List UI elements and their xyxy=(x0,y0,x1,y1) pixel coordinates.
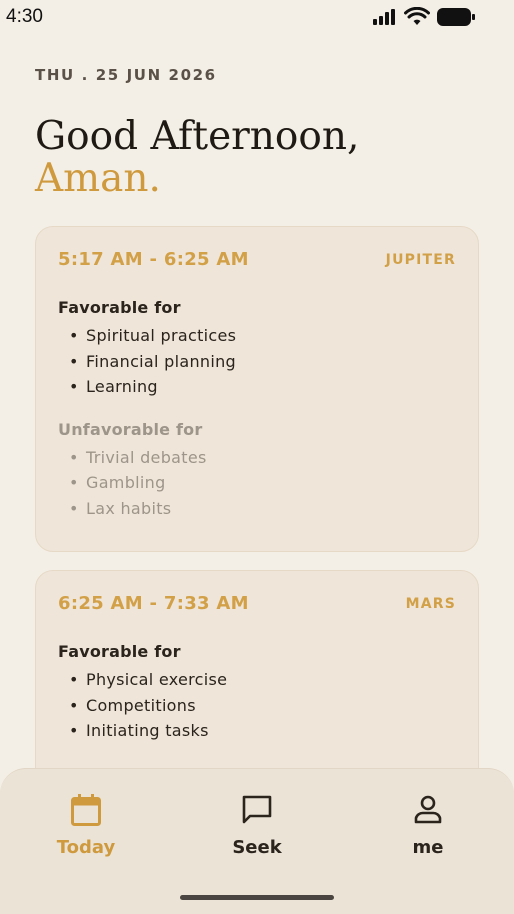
status-time: 4:30 xyxy=(6,6,43,27)
list-item: • Trivial debates xyxy=(69,447,207,467)
chat-icon xyxy=(242,795,272,824)
status-bar: 4:30 xyxy=(0,0,514,34)
nav-seek[interactable]: Seek xyxy=(197,793,317,858)
user-name: Aman. xyxy=(35,156,161,201)
favorable-title: Favorable for xyxy=(58,642,181,661)
favorable-list: • Spiritual practices • Financial planning… xyxy=(58,323,456,400)
list-item: • Learning xyxy=(69,377,158,396)
card-header: 6:25 AM - 7:33 AM MARS xyxy=(58,593,456,614)
signal-icon xyxy=(373,9,395,25)
list-item: • Initiating tasks xyxy=(69,721,209,740)
nav-label: Today xyxy=(56,837,116,858)
time-range: 6:25 AM - 7:33 AM xyxy=(58,593,249,614)
nav-label: Seek xyxy=(232,837,282,858)
unfavorable-title: Unfavorable for xyxy=(58,419,203,439)
bottom-nav: Today Seek me xyxy=(0,768,514,914)
wifi-icon xyxy=(404,7,430,25)
favorable-list: • Physical exercise • Competitions • Initia… xyxy=(58,667,456,744)
status-icons xyxy=(372,7,476,27)
home-indicator[interactable] xyxy=(180,895,334,900)
calendar-icon xyxy=(71,794,101,826)
list-item: • Spiritual practices xyxy=(69,326,237,345)
planet-label: JUPITER xyxy=(385,251,456,268)
unfavorable-list: • Trivial debates • Gambling • Lax habits xyxy=(58,445,456,522)
list-item: • Financial planning xyxy=(69,351,236,371)
list-item: • Physical exercise xyxy=(69,670,228,689)
planet-label: MARS xyxy=(405,595,456,612)
favorable-title: Favorable for xyxy=(58,298,181,317)
date-label: THU . 25 JUN 2026 xyxy=(35,66,217,84)
greeting: Good Afternoon, Aman. xyxy=(35,116,359,200)
battery-icon xyxy=(437,8,475,26)
card-header: 5:17 AM - 6:25 AM JUPITER xyxy=(58,249,456,270)
greeting-text: Good Afternoon, xyxy=(35,114,360,159)
nav-me[interactable]: me xyxy=(368,793,488,858)
list-item: • Lax habits xyxy=(69,498,172,518)
person-icon xyxy=(414,795,442,824)
nav-label: me xyxy=(412,837,444,858)
nav-today[interactable]: Today xyxy=(26,793,146,858)
list-item: • Gambling xyxy=(69,473,166,492)
list-item: • Competitions xyxy=(69,695,196,715)
time-range: 5:17 AM - 6:25 AM xyxy=(58,249,249,270)
hora-card[interactable]: 5:17 AM - 6:25 AM JUPITER Favorable for … xyxy=(35,226,479,552)
